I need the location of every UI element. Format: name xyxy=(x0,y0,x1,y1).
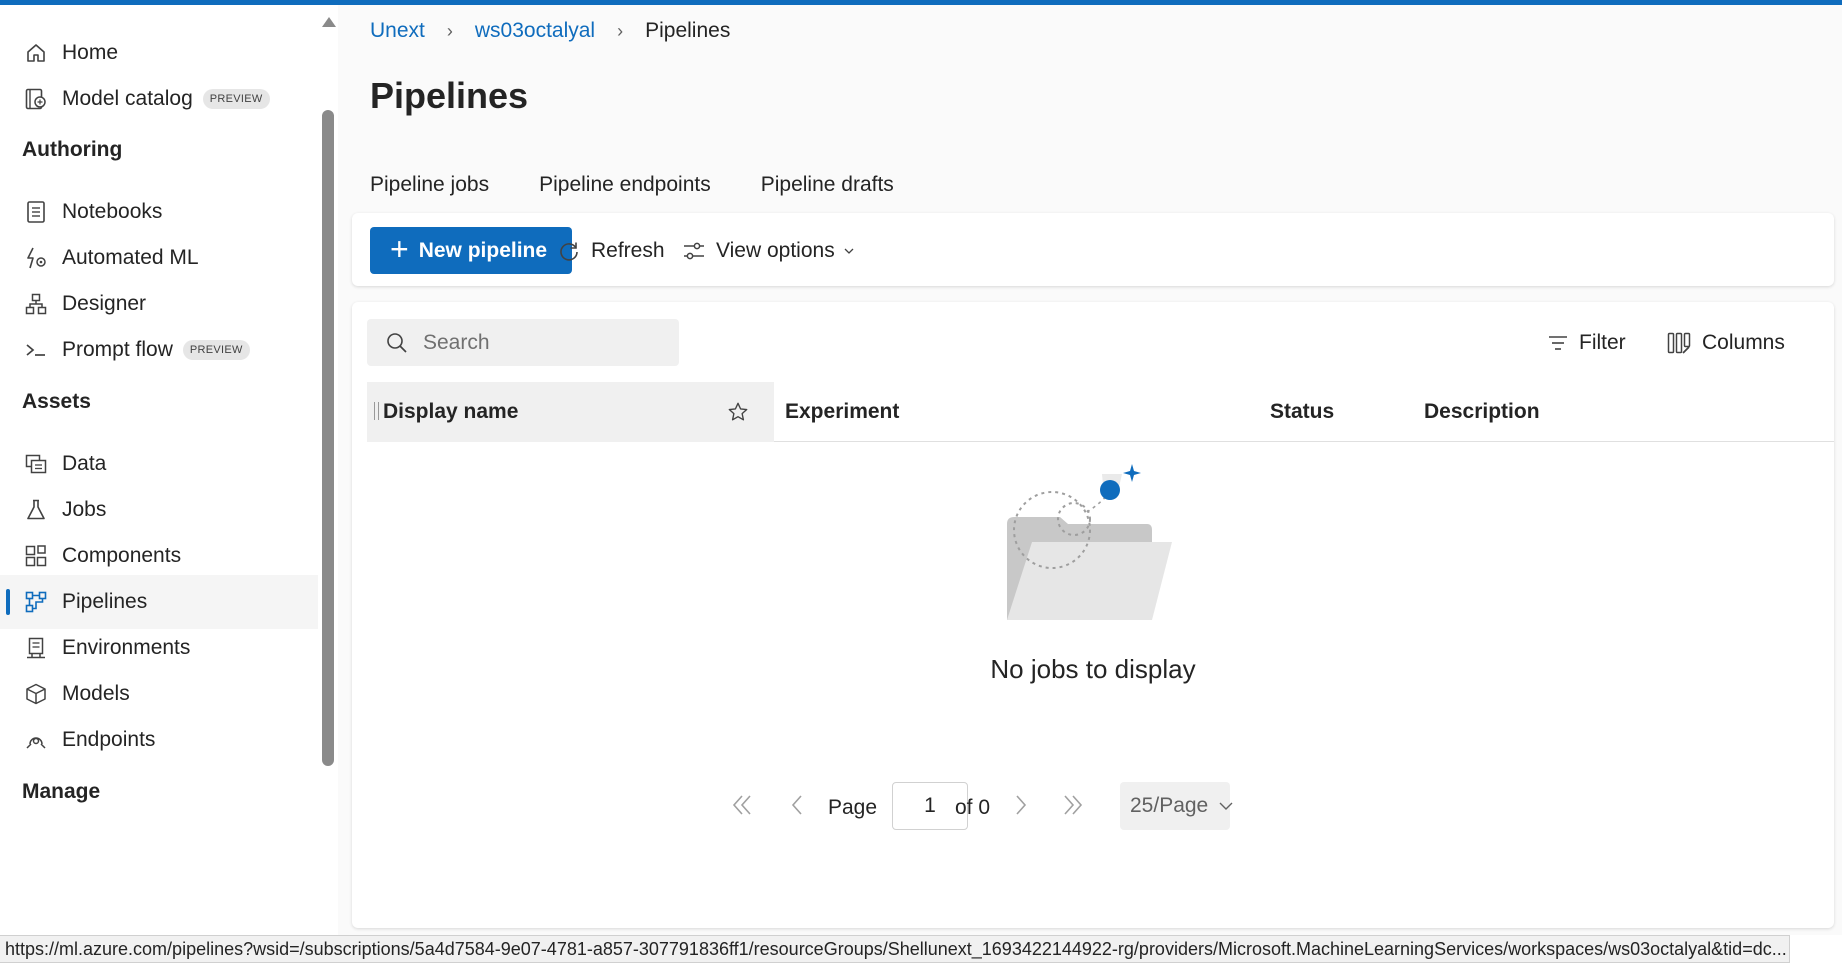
table-header: Display name Experiment Status Descripti… xyxy=(367,382,1834,442)
columns-label: Columns xyxy=(1702,330,1785,354)
preview-badge: PREVIEW xyxy=(202,89,270,109)
preview-badge: PREVIEW xyxy=(182,340,250,360)
tab-list: Pipeline jobs Pipeline endpoints Pipelin… xyxy=(368,165,942,217)
empty-state-message: No jobs to display xyxy=(990,654,1196,684)
search-box[interactable] xyxy=(367,319,679,366)
refresh-icon xyxy=(557,239,581,263)
nav-item-label: Designer xyxy=(62,292,147,315)
automated-ml-icon xyxy=(22,244,50,272)
chevron-down-icon xyxy=(843,245,855,257)
browser-status-url: https://ml.azure.com/pipelines?wsid=/sub… xyxy=(0,935,1790,963)
column-header-label: Display name xyxy=(383,400,519,423)
section-title-manage: Manage xyxy=(22,780,101,803)
pipeline-jobs-card: Filter Columns Display name Experiment S… xyxy=(352,302,1834,928)
plus-icon: + xyxy=(390,231,409,267)
next-page-icon[interactable] xyxy=(1007,792,1033,818)
section-title-assets: Assets xyxy=(22,390,91,413)
toolbar: + New pipeline Refresh View options xyxy=(352,213,1834,286)
empty-folder-illustration xyxy=(992,462,1182,632)
model-catalog-icon xyxy=(22,85,50,113)
nav-item-label: Automated ML xyxy=(62,246,199,269)
nav-item-label: Notebooks xyxy=(62,200,163,223)
tab-pipeline-jobs[interactable]: Pipeline jobs xyxy=(368,165,492,217)
view-options-button[interactable]: View options xyxy=(682,227,855,274)
pipelines-icon xyxy=(22,588,50,616)
refresh-button[interactable]: Refresh xyxy=(557,227,665,274)
left-nav: Home Model catalog PREVIEW Authoring Not… xyxy=(0,5,338,963)
column-header-status[interactable]: Status xyxy=(1270,382,1334,442)
breadcrumb-link-workspace[interactable]: ws03octalyal xyxy=(475,19,595,43)
column-header-display-name[interactable]: Display name xyxy=(367,382,774,442)
notebook-icon xyxy=(22,198,50,226)
column-header-experiment[interactable]: Experiment xyxy=(785,382,899,442)
new-pipeline-label: New pipeline xyxy=(418,238,548,262)
nav-item-label: Models xyxy=(62,682,130,705)
nav-item-endpoints[interactable]: Endpoints xyxy=(0,713,318,767)
page-title: Pipelines xyxy=(370,75,529,116)
models-cube-icon xyxy=(22,680,50,708)
tab-pipeline-endpoints[interactable]: Pipeline endpoints xyxy=(537,165,713,217)
refresh-label: Refresh xyxy=(591,238,665,262)
breadcrumb-current: Pipelines xyxy=(645,19,731,42)
filter-label: Filter xyxy=(1579,330,1626,354)
page-label: Page xyxy=(828,796,878,819)
sidebar-scrollbar-thumb[interactable] xyxy=(322,110,334,766)
page-size-value: 25/Page xyxy=(1130,794,1209,817)
data-icon xyxy=(22,450,50,478)
components-icon xyxy=(22,542,50,570)
nav-item-label: Model catalog xyxy=(62,87,193,110)
prompt-flow-icon xyxy=(22,336,50,364)
first-page-icon[interactable] xyxy=(729,792,755,818)
nav-item-label: Environments xyxy=(62,636,191,659)
breadcrumb-link-unext[interactable]: Unext xyxy=(370,19,425,43)
sidebar-scroll-up-arrow[interactable] xyxy=(322,17,336,27)
main-content: Unext › ws03octalyal › Pipelines Pipelin… xyxy=(338,5,1842,935)
nav-item-model-catalog[interactable]: Model catalog PREVIEW xyxy=(0,72,318,126)
nav-item-label: Components xyxy=(62,544,182,567)
page-count-label: of 0 xyxy=(955,796,991,819)
column-header-description[interactable]: Description xyxy=(1424,382,1540,442)
last-page-icon[interactable] xyxy=(1060,792,1086,818)
breadcrumb: Unext › ws03octalyal › Pipelines xyxy=(370,19,730,43)
nav-item-label: Jobs xyxy=(62,498,107,521)
jobs-flask-icon xyxy=(22,496,50,524)
search-icon xyxy=(385,331,409,355)
pagination: Page of 0 25/Page xyxy=(352,782,1834,832)
nav-item-prompt-flow[interactable]: Prompt flow PREVIEW xyxy=(0,323,318,377)
previous-page-icon[interactable] xyxy=(785,792,811,818)
chevron-right-icon: › xyxy=(617,20,624,41)
nav-item-label: Data xyxy=(62,452,107,475)
chevron-down-icon xyxy=(1218,798,1234,814)
view-options-label: View options xyxy=(716,238,835,262)
section-title-authoring: Authoring xyxy=(22,138,123,161)
endpoints-icon xyxy=(22,726,50,754)
search-input[interactable] xyxy=(423,330,663,355)
tab-pipeline-drafts[interactable]: Pipeline drafts xyxy=(759,165,896,217)
nav-item-label: Pipelines xyxy=(62,590,148,613)
sliders-icon xyxy=(682,239,706,263)
designer-icon xyxy=(22,290,50,318)
columns-icon xyxy=(1666,330,1692,356)
new-pipeline-button[interactable]: + New pipeline xyxy=(370,227,572,274)
filter-icon xyxy=(1547,332,1569,354)
columns-button[interactable]: Columns xyxy=(1666,319,1785,366)
filter-button[interactable]: Filter xyxy=(1547,319,1626,366)
environments-icon xyxy=(22,634,50,662)
page-size-dropdown[interactable]: 25/Page xyxy=(1120,782,1233,830)
home-icon xyxy=(22,39,50,67)
nav-item-label: Endpoints xyxy=(62,728,156,751)
favorite-star-icon[interactable] xyxy=(727,382,751,442)
nav-item-label: Prompt flow xyxy=(62,338,173,361)
nav-item-label: Home xyxy=(62,41,119,64)
chevron-right-icon: › xyxy=(446,20,453,41)
